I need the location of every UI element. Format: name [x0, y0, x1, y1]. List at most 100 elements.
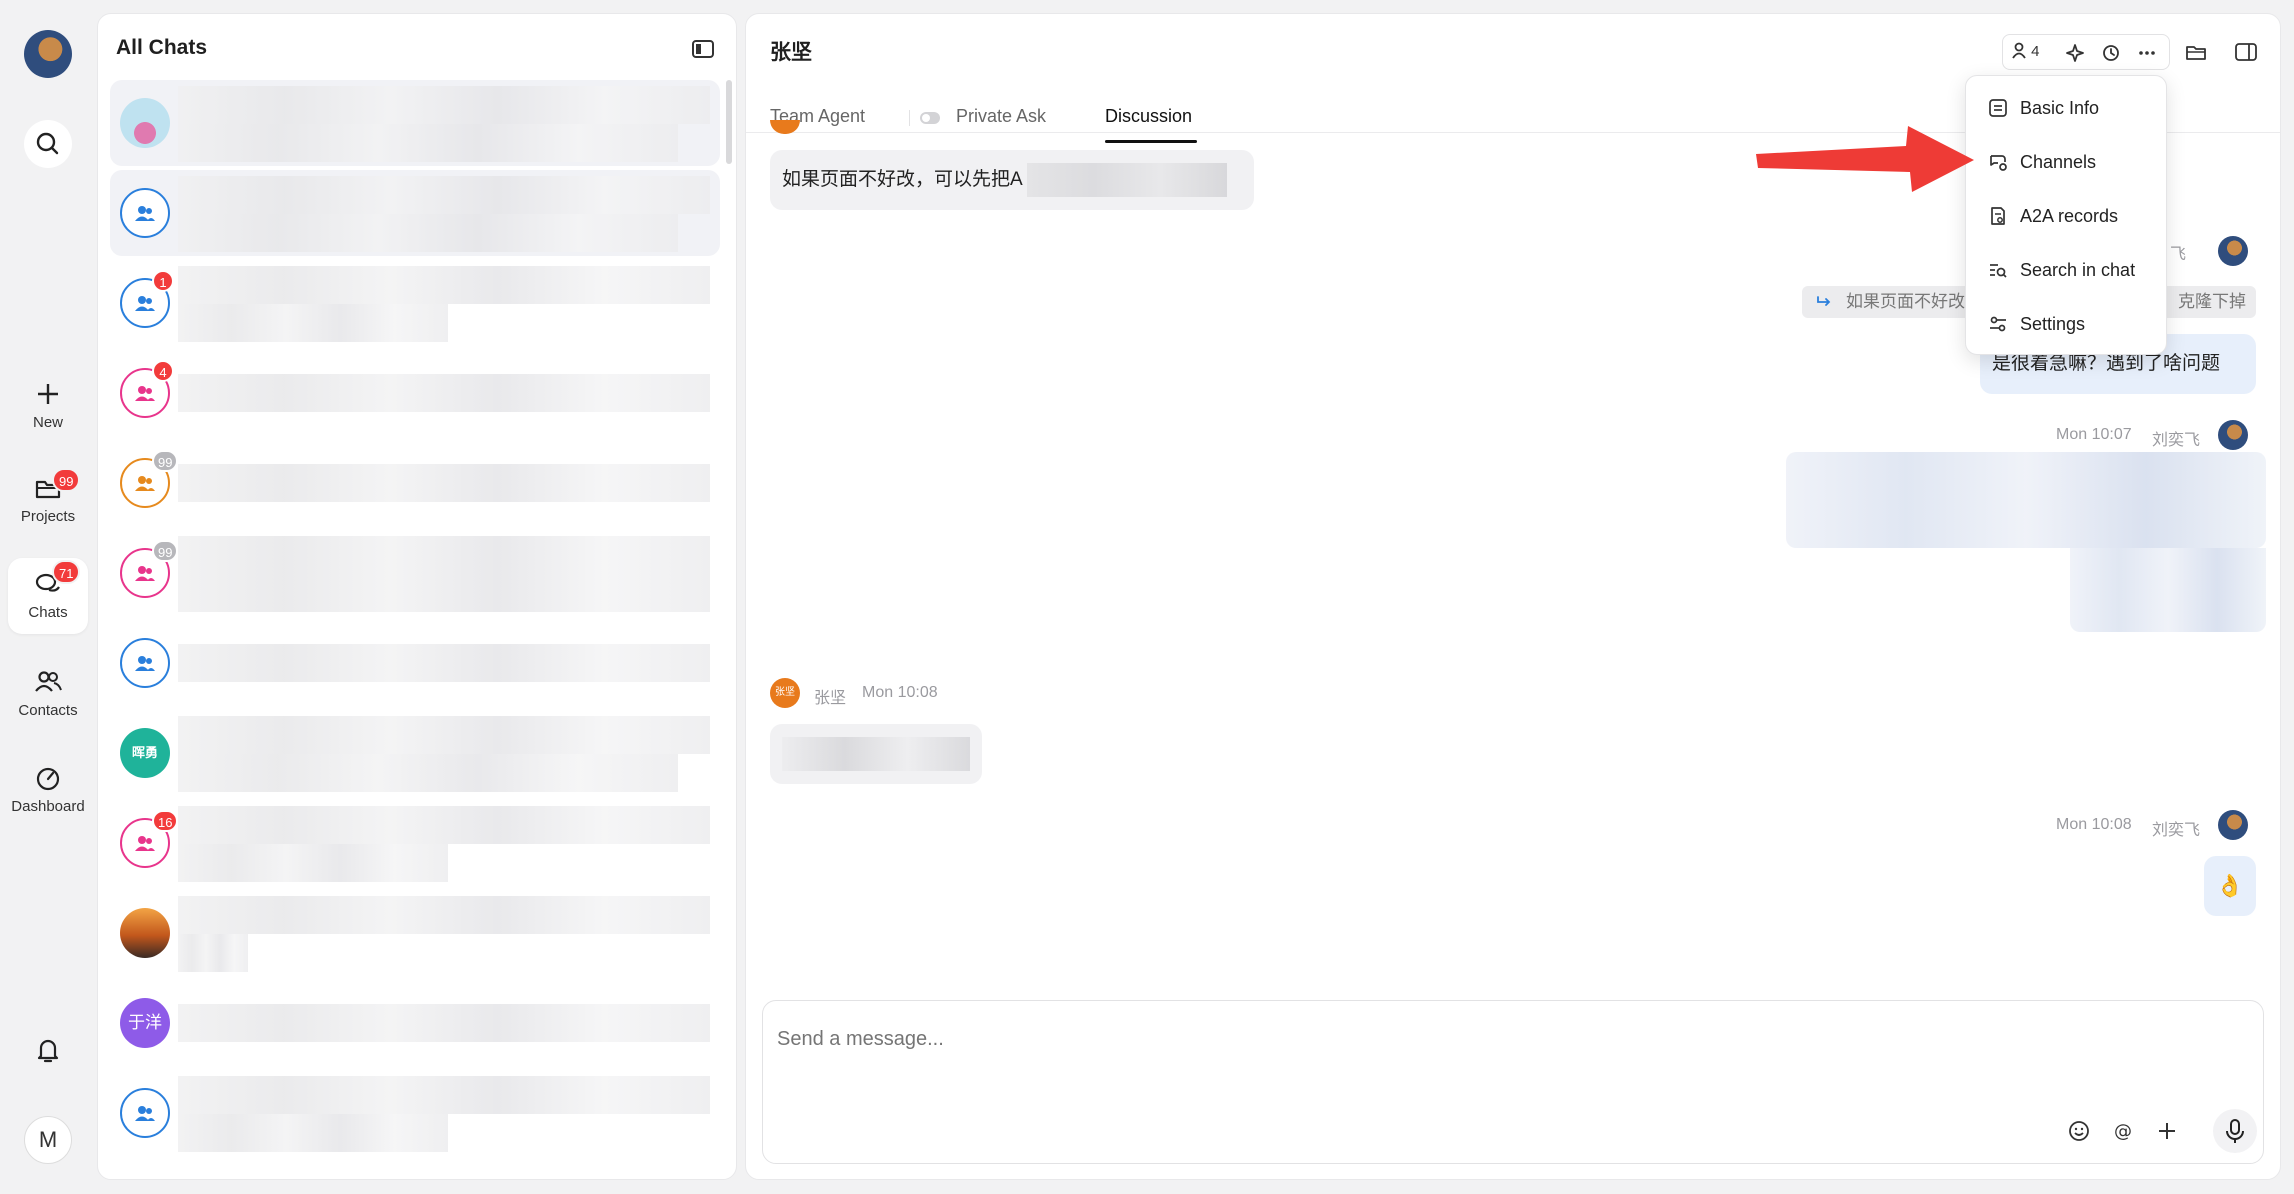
dashboard-label: Dashboard — [11, 798, 85, 815]
info-card-icon — [1989, 99, 2007, 117]
members-button[interactable]: 4 — [2011, 41, 2040, 60]
unread-badge: 1 — [152, 270, 174, 292]
chat-avatar: 晖勇 — [120, 728, 170, 778]
chat-row[interactable] — [110, 890, 720, 976]
message-sender: 张坚 — [814, 690, 847, 707]
projects-button[interactable]: Projects 99 — [8, 468, 88, 525]
message-text: 是很着急嘛？遇到了啥问题 — [1992, 353, 2221, 374]
svg-text:@: @ — [2114, 1121, 2132, 1142]
chat-list-scrollbar[interactable] — [726, 80, 732, 164]
emoji-icon[interactable] — [2065, 1117, 2093, 1145]
message-bubble — [770, 724, 982, 784]
menu-item-label: Channels — [2020, 152, 2097, 172]
search-icon — [36, 132, 59, 155]
blurred-message — [1786, 452, 2266, 548]
me-button[interactable]: M — [24, 1116, 72, 1164]
group-icon — [135, 296, 155, 311]
plus-icon — [38, 384, 58, 404]
chat-row[interactable]: 16 — [110, 800, 720, 886]
menu-item-a2a-records[interactable]: A2A records — [1974, 192, 2160, 240]
sparkle-icon[interactable] — [2065, 43, 2085, 63]
chat-row[interactable]: 1 — [110, 260, 720, 346]
group-icon — [135, 656, 155, 671]
sidebar-toggle-icon[interactable] — [692, 40, 714, 58]
tab-private-ask[interactable]: Private Ask — [956, 106, 1046, 127]
sender-avatar: 张坚 — [770, 678, 800, 708]
message-composer: @ — [762, 1000, 2264, 1164]
message-time: Mon 10:08 — [862, 684, 938, 701]
chat-row[interactable] — [110, 1070, 720, 1156]
blurred-message — [2070, 548, 2266, 632]
voice-button[interactable] — [2213, 1109, 2257, 1153]
plus-icon[interactable] — [2153, 1117, 2181, 1145]
team-agent-toggle[interactable] — [920, 112, 940, 124]
new-button[interactable]: New — [8, 378, 88, 431]
chat-row[interactable]: 99 — [110, 530, 720, 616]
contacts-button[interactable]: Contacts — [8, 666, 88, 719]
message-time: Mon 10:08 — [2056, 816, 2132, 833]
menu-item-settings[interactable]: Settings — [1974, 300, 2160, 348]
chat-row[interactable] — [110, 620, 720, 706]
mention-icon[interactable]: @ — [2109, 1117, 2137, 1145]
unread-badge: 99 — [152, 450, 179, 472]
unread-badge: 16 — [152, 810, 179, 832]
chat-row[interactable]: 于洋 — [110, 980, 720, 1066]
person-icon — [2012, 42, 2026, 59]
menu-item-label: Settings — [2020, 314, 2086, 334]
group-icon — [135, 206, 155, 221]
notifications-button[interactable] — [24, 1026, 72, 1074]
chat-row[interactable] — [110, 170, 720, 256]
gauge-icon — [36, 767, 60, 791]
message-text: 如果页面不好改，可以先把A — [782, 169, 1022, 190]
group-icon — [135, 476, 155, 491]
menu-item-label: A2A records — [2020, 206, 2119, 226]
records-icon — [1991, 207, 2005, 225]
side-panel-icon[interactable] — [2234, 40, 2258, 64]
chat-row[interactable] — [110, 80, 720, 166]
group-icon — [135, 566, 155, 581]
dashboard-button[interactable]: Dashboard — [8, 762, 88, 815]
contacts-label: Contacts — [18, 702, 78, 719]
annotation-arrow-icon — [1756, 126, 1974, 192]
chat-row[interactable]: 99 — [110, 440, 720, 526]
menu-item-channels[interactable]: Channels — [1974, 138, 2160, 186]
unread-badge: 99 — [152, 540, 179, 562]
menu-item-search-in-chat[interactable]: Search in chat — [1974, 246, 2160, 294]
microphone-icon — [2226, 1119, 2244, 1143]
chat-list-title: All Chats — [116, 36, 208, 59]
message-bubble: 👌 — [2204, 856, 2256, 916]
quote-tail: 克隆下掉 — [2178, 292, 2246, 311]
new-label: New — [32, 414, 63, 431]
menu-item-label: Basic Info — [2020, 98, 2100, 118]
message-input[interactable] — [777, 1019, 1977, 1059]
search-button[interactable] — [24, 120, 72, 168]
message-sender: 刘奕飞 — [2152, 822, 2201, 839]
user-avatar[interactable] — [24, 30, 72, 78]
tab-discussion[interactable]: Discussion — [1105, 106, 1192, 127]
sender-avatar — [2218, 236, 2248, 266]
active-tab-indicator — [1105, 140, 1197, 143]
header-toolbar: 4 — [2002, 34, 2170, 70]
menu-item-basic-info[interactable]: Basic Info — [1974, 84, 2160, 132]
message-sender: 刘奕飞 — [2152, 432, 2201, 449]
folder-icon[interactable] — [2184, 40, 2208, 64]
chats-label: Chats — [28, 604, 68, 621]
projects-badge: 99 — [52, 468, 81, 492]
chat-row[interactable]: 晖勇 — [110, 710, 720, 796]
menu-item-label: Search in chat — [2020, 260, 2136, 280]
sliders-icon — [1990, 316, 2006, 332]
chat-avatar: 于洋 — [120, 998, 170, 1048]
chats-button[interactable]: Chats 71 — [8, 558, 88, 634]
sender-avatar — [2218, 420, 2248, 450]
chat-avatar — [120, 98, 170, 148]
chat-list-panel: All Chats 1 4 99 99 晖勇 16 于洋 — [97, 13, 737, 1180]
left-rail: New Projects 99 Chats 71 Contacts Dashbo… — [0, 0, 96, 1194]
contacts-icon — [35, 671, 62, 692]
chat-row[interactable]: 4 — [110, 350, 720, 436]
clock-icon[interactable] — [2101, 43, 2121, 63]
group-icon — [135, 1106, 155, 1121]
member-count: 4 — [2031, 43, 2040, 60]
bell-icon — [37, 1039, 59, 1063]
quote-text: 如果页面不好改 — [1846, 292, 1965, 311]
more-icon[interactable] — [2137, 43, 2157, 63]
